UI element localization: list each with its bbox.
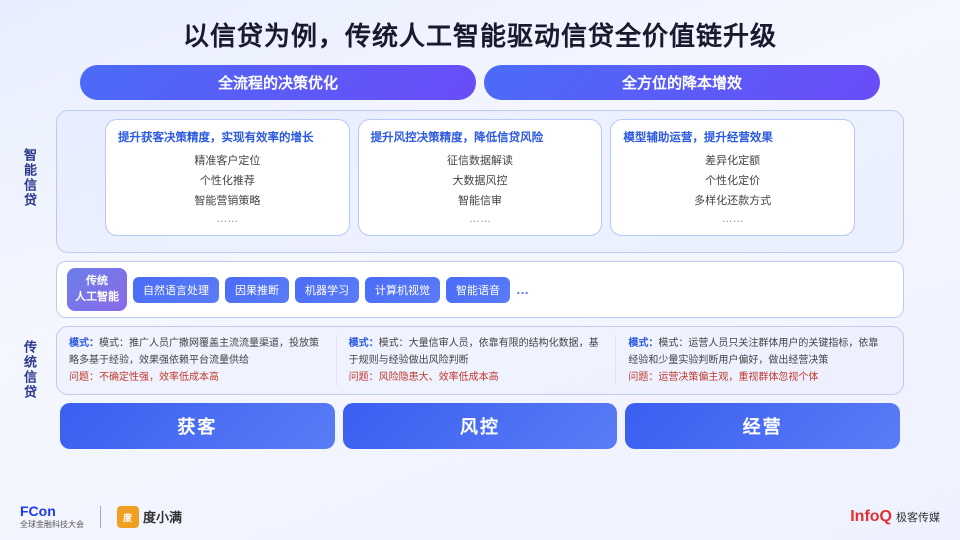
smart-card-items-0: 精准客户定位 个性化推荐 智能营销策略 bbox=[118, 152, 337, 211]
smart-section: 提升获客决策精度，实现有效率的增长 精准客户定位 个性化推荐 智能营销策略 ……… bbox=[56, 110, 904, 253]
btn-operate[interactable]: 经营 bbox=[625, 403, 900, 449]
traditional-columns: 模式：模式：推广人员广撒网覆盖主流流量渠道，投放策略多基于经验，效果强依赖平台流… bbox=[65, 335, 895, 386]
traditional-credit-label: 传统信贷 bbox=[20, 340, 39, 400]
main-container: 以信贷为例，传统人工智能驱动信贷全价值链升级 全流程的决策优化 全方位的降本增效… bbox=[0, 0, 960, 540]
smart-card-title-1: 提升风控决策精度，降低信贷风险 bbox=[371, 130, 590, 146]
smart-cards-row: 提升获客决策精度，实现有效率的增长 精准客户定位 个性化推荐 智能营销策略 ……… bbox=[105, 119, 855, 236]
trad-text-0: 模式：模式：推广人员广撒网覆盖主流流量渠道，投放策略多基于经验，效果强依赖平台流… bbox=[69, 335, 328, 386]
smart-card-items-2: 差异化定额 个性化定价 多样化还款方式 bbox=[623, 152, 842, 211]
smart-card-2: 模型辅助运营，提升经营效果 差异化定额 个性化定价 多样化还款方式 …… bbox=[610, 119, 855, 236]
ai-tech-causal: 因果推断 bbox=[225, 277, 289, 303]
smart-credit-label: 智能信贷 bbox=[20, 148, 39, 208]
ai-tech-more: … bbox=[516, 282, 529, 297]
fcon-logo: FCon 全球金融科技大会 bbox=[20, 503, 84, 530]
banner-cost: 全方位的降本增效 bbox=[484, 65, 880, 100]
banner-decision: 全流程的决策优化 bbox=[80, 65, 476, 100]
ai-tech-row: 传统 人工智能 自然语言处理 因果推断 机器学习 计算机视觉 智能语音 … bbox=[56, 261, 904, 318]
trad-column-0: 模式：模式：推广人员广撒网覆盖主流流量渠道，投放策略多基于经验，效果强依赖平台流… bbox=[65, 335, 337, 386]
top-banners: 全流程的决策优化 全方位的降本增效 bbox=[20, 65, 940, 100]
trad-text-1: 模式：模式：大量信审人员，依靠有限的结构化数据，基于规则与经验做出风险判断 问题… bbox=[349, 335, 608, 386]
fcon-sub: 全球金融科技大会 bbox=[20, 519, 84, 530]
footer-left: FCon 全球金融科技大会 度 度小满 bbox=[20, 503, 182, 530]
bottom-buttons: 获客 风控 经营 bbox=[60, 403, 900, 449]
dxm-svg-icon: 度 bbox=[120, 509, 136, 525]
trad-column-2: 模式：模式：运营人员只关注群体用户的关键指标，依靠经验和少量实验判断用户偏好，做… bbox=[624, 335, 895, 386]
traditional-section: 模式：模式：推广人员广撒网覆盖主流流量渠道，投放策略多基于经验，效果强依赖平台流… bbox=[56, 326, 904, 395]
ai-label: 传统 人工智能 bbox=[67, 268, 127, 311]
ai-tech-cv: 计算机视觉 bbox=[365, 277, 440, 303]
ai-tech-ml: 机器学习 bbox=[295, 277, 359, 303]
trad-text-2: 模式：模式：运营人员只关注群体用户的关键指标，依靠经验和少量实验判断用户偏好，做… bbox=[628, 335, 887, 386]
fcon-main: FCon bbox=[20, 503, 56, 519]
footer-right: InfoQ 极客传媒 bbox=[850, 508, 940, 526]
smart-card-1: 提升风控决策精度，降低信贷风险 征信数据解读 大数据风控 智能信审 …… bbox=[358, 119, 603, 236]
dxm-logo: 度 度小满 bbox=[117, 506, 182, 528]
footer: FCon 全球金融科技大会 度 度小满 InfoQ 极客传媒 bbox=[20, 503, 940, 530]
dxm-icon: 度 bbox=[117, 506, 139, 528]
trad-column-1: 模式：模式：大量信审人员，依靠有限的结构化数据，基于规则与经验做出风险判断 问题… bbox=[345, 335, 617, 386]
page-title: 以信贷为例，传统人工智能驱动信贷全价值链升级 bbox=[20, 16, 940, 53]
btn-acquire[interactable]: 获客 bbox=[60, 403, 335, 449]
infoq-logo: InfoQ bbox=[850, 508, 892, 526]
svg-text:度: 度 bbox=[123, 512, 133, 523]
smart-card-items-1: 征信数据解读 大数据风控 智能信审 bbox=[371, 152, 590, 211]
smart-card-title-2: 模型辅助运营，提升经营效果 bbox=[623, 130, 842, 146]
dxm-text: 度小满 bbox=[143, 507, 182, 526]
btn-risk[interactable]: 风控 bbox=[343, 403, 618, 449]
infoq-brand: 极客传媒 bbox=[896, 509, 940, 525]
footer-divider bbox=[100, 506, 101, 528]
smart-card-title-0: 提升获客决策精度，实现有效率的增长 bbox=[118, 130, 337, 146]
ai-tech-nlp: 自然语言处理 bbox=[133, 277, 219, 303]
ai-tech-speech: 智能语音 bbox=[446, 277, 510, 303]
smart-card-0: 提升获客决策精度，实现有效率的增长 精准客户定位 个性化推荐 智能营销策略 …… bbox=[105, 119, 350, 236]
